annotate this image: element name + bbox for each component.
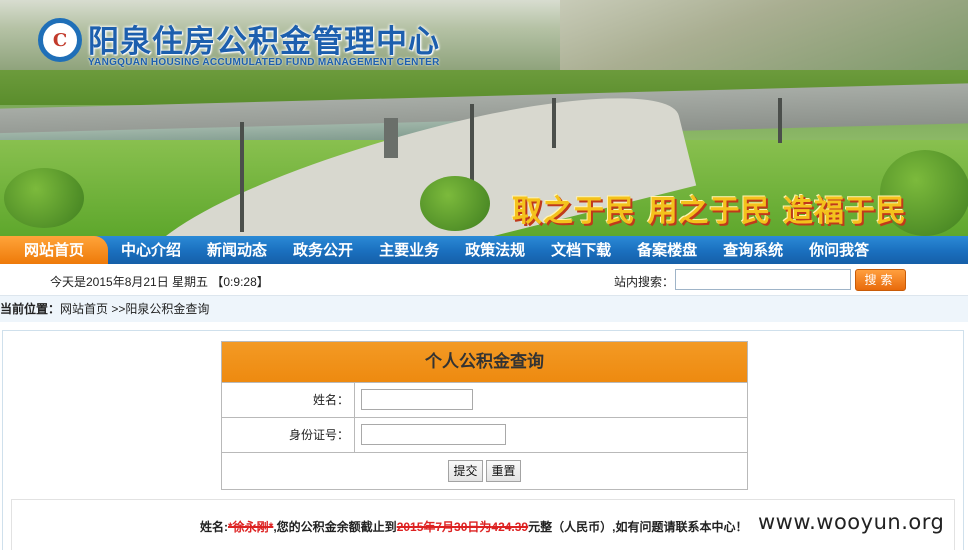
banner-lamp xyxy=(470,104,474,184)
redacted-name: *徐永刚* xyxy=(228,520,274,534)
nav-item-registered-buildings[interactable]: 备案楼盘 xyxy=(624,236,710,264)
submit-button[interactable]: 提交 xyxy=(448,460,483,482)
banner-lamp xyxy=(778,98,782,143)
info-bar: 今天是2015年8月21日 星期五 【0:9:28】 站内搜索： 搜索 xyxy=(0,264,968,296)
page: C 阳泉住房公积金管理中心 YANGQUAN HOUSING ACCUMULAT… xyxy=(0,0,968,550)
nav-item-downloads[interactable]: 文档下载 xyxy=(538,236,624,264)
current-date: 今天是2015年8月21日 星期五 【0:9:28】 xyxy=(50,275,269,289)
banner-hills xyxy=(560,0,968,70)
nav-item-query-system[interactable]: 查询系统 xyxy=(710,236,796,264)
query-result-text: 姓名:*徐永刚*,您的公积金余额截止到2015年7月30日为424.39元整（人… xyxy=(200,518,747,535)
nav-item-home[interactable]: 网站首页 xyxy=(0,236,109,264)
site-search-input[interactable] xyxy=(675,269,851,290)
form-row-id: 身份证号： xyxy=(222,418,747,453)
watermark: www.wooyun.org xyxy=(758,510,945,534)
site-title: 阳泉住房公积金管理中心 xyxy=(88,24,440,60)
header-banner: C 阳泉住房公积金管理中心 YANGQUAN HOUSING ACCUMULAT… xyxy=(0,0,968,236)
banner-tree xyxy=(4,168,84,228)
breadcrumb: 当前位置：网站首页 >>阳泉公积金查询 xyxy=(0,296,968,322)
banner-pillar xyxy=(384,118,398,158)
main-nav: 网站首页 中心介绍 新闻动态 政务公开 主要业务 政策法规 文档下载 备案楼盘 … xyxy=(0,236,968,264)
nav-item-policies[interactable]: 政策法规 xyxy=(452,236,538,264)
logo-icon: C xyxy=(38,18,82,62)
redacted-date: 2015年7月30日为 xyxy=(396,520,492,534)
id-number-input[interactable] xyxy=(361,424,506,445)
banner-tree xyxy=(420,176,490,231)
result-text-part: ,您的公积金余额截止到 xyxy=(273,520,397,534)
name-input[interactable] xyxy=(361,389,473,410)
nav-item-public-affairs[interactable]: 政务公开 xyxy=(280,236,366,264)
banner-lamp xyxy=(552,98,556,148)
form-title: 个人公积金查询 xyxy=(222,342,747,383)
breadcrumb-prefix: 当前位置： xyxy=(0,302,61,316)
redacted-amount: 424.39 xyxy=(491,520,529,534)
fund-query-form: 个人公积金查询 姓名： 身份证号： 提交 重置 xyxy=(221,341,748,490)
reset-button[interactable]: 重置 xyxy=(486,460,521,482)
nav-item-about[interactable]: 中心介绍 xyxy=(108,236,194,264)
search-button[interactable]: 搜索 xyxy=(855,269,906,291)
search-label: 站内搜索： xyxy=(614,275,675,289)
breadcrumb-path[interactable]: 网站首页 >>阳泉公积金查询 xyxy=(60,302,209,316)
id-number-label: 身份证号： xyxy=(222,418,355,452)
name-label: 姓名： xyxy=(222,383,355,417)
result-text-part: 元整（人民币）,如有问题请联系本中心！ xyxy=(528,520,748,534)
nav-item-business[interactable]: 主要业务 xyxy=(366,236,452,264)
form-buttons: 提交 重置 xyxy=(222,453,747,489)
nav-item-news[interactable]: 新闻动态 xyxy=(194,236,280,264)
result-text-part: 姓名: xyxy=(200,520,228,534)
nav-item-faq[interactable]: 你问我答 xyxy=(796,236,882,264)
banner-lamp xyxy=(240,122,244,232)
form-row-name: 姓名： xyxy=(222,383,747,418)
site-subtitle: YANGQUAN HOUSING ACCUMULATED FUND MANAGE… xyxy=(88,57,440,68)
banner-slogan: 取之于民 用之于民 造福于民 xyxy=(512,194,907,229)
